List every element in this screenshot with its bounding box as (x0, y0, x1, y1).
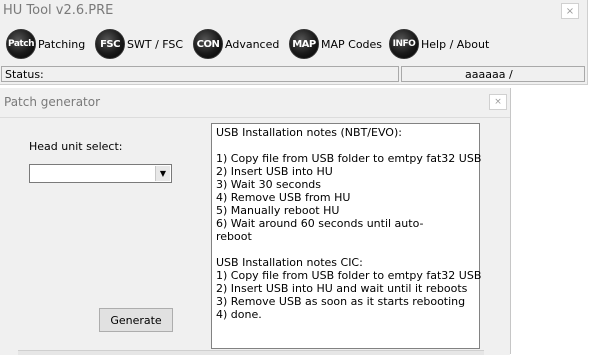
advanced-label: Advanced (225, 37, 280, 51)
head-unit-label: Head unit select: (29, 140, 123, 153)
window-edge (18, 350, 484, 355)
main-window: HU Tool v2.6.PRE × Patch Patching FSC SW… (0, 0, 588, 85)
status-bar: Status: aaaaaa / (0, 65, 587, 83)
status-value: aaaaaa / (465, 68, 513, 81)
map-icon: MAP (289, 29, 319, 59)
notes-line: 1) Copy file from USB folder to emtpy fa… (216, 269, 482, 282)
status-label: Status: (5, 68, 44, 81)
notes-line: USB Installation notes CIC: (216, 256, 363, 269)
notes-line: 5) Manually reboot HU (216, 204, 340, 217)
info-icon: INFO (389, 29, 419, 59)
dialog-close-icon[interactable]: × (489, 94, 507, 110)
con-icon: CON (193, 29, 223, 59)
close-icon[interactable]: × (561, 3, 579, 19)
notes-line (216, 139, 475, 152)
patching-button[interactable]: Patch Patching (6, 29, 85, 59)
help-about-label: Help / About (421, 37, 490, 51)
notes-line: USB Installation notes (NBT/EVO): (216, 126, 402, 139)
advanced-button[interactable]: CON Advanced (193, 29, 279, 59)
swt-fsc-label: SWT / FSC (127, 37, 184, 51)
installation-notes: USB Installation notes (NBT/EVO): 1) Copy… (211, 123, 482, 349)
dialog-title: Patch generator (4, 95, 101, 109)
map-codes-label: MAP Codes (321, 37, 383, 51)
notes-line: 4) Remove USB from HU (216, 191, 351, 204)
patch-generator-dialog: Patch generator × Head unit select: ▼ Ge… (0, 88, 511, 355)
notes-line: 2) Insert USB into HU (216, 165, 333, 178)
chevron-down-icon[interactable]: ▼ (155, 166, 170, 181)
fsc-icon: FSC (95, 29, 125, 59)
status-panel: Status: (1, 66, 399, 82)
patch-icon: Patch (6, 29, 36, 59)
swt-fsc-button[interactable]: FSC SWT / FSC (95, 29, 183, 59)
notes-line: 1) Copy file from USB folder to emtpy fa… (216, 152, 482, 165)
notes-line (216, 243, 475, 256)
notes-line: 4) done. (216, 308, 262, 321)
notes-line: reboot (216, 230, 252, 243)
notes-line: 3) Wait 30 seconds (216, 178, 322, 191)
help-about-button[interactable]: INFO Help / About (389, 29, 489, 59)
map-codes-button[interactable]: MAP MAP Codes (289, 29, 382, 59)
notes-line: 6) Wait around 60 seconds until auto- (216, 217, 424, 230)
head-unit-select[interactable]: ▼ (29, 164, 172, 183)
notes-line: 2) Insert USB into HU and wait until it … (216, 282, 468, 295)
window-title: HU Tool v2.6.PRE (3, 3, 114, 18)
notes-line: 3) Remove USB as soon as it starts reboo… (216, 295, 466, 308)
status-value-panel: aaaaaa / (401, 66, 585, 82)
patching-label: Patching (38, 37, 86, 51)
generate-button[interactable]: Generate (99, 308, 173, 332)
